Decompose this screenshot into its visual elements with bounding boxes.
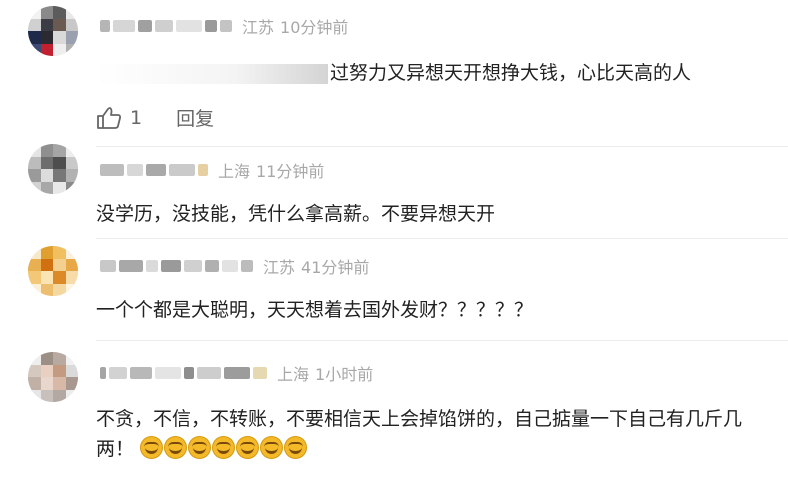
comment-text: 一个个都是大聪明，天天想着去国外发财？？？？？ [96, 299, 534, 321]
comment-text: 过努力又异想天开想挣大钱，心比天高的人 [96, 58, 691, 88]
laugh-cry-emoji [236, 436, 260, 459]
laugh-cry-emoji [212, 436, 236, 459]
comment-meta: 上海 11分钟前 [100, 157, 324, 183]
laugh-cry-emoji [164, 436, 188, 459]
masked-text-region [96, 63, 328, 84]
avatar[interactable] [28, 144, 78, 194]
divider [96, 146, 788, 147]
location-time: 江苏 10分钟前 [242, 14, 348, 38]
comment-text-content: 过努力又异想天开想挣大钱，心比天高的人 [330, 62, 692, 84]
laugh-cry-emoji [188, 436, 212, 459]
comment-meta: 江苏 10分钟前 [100, 13, 348, 39]
comment-meta: 上海 1小时前 [100, 360, 373, 386]
reply-button[interactable]: 回复 [176, 104, 214, 131]
avatar[interactable] [28, 246, 78, 296]
thumbs-up-icon [97, 106, 121, 129]
avatar[interactable] [28, 352, 78, 402]
laugh-cry-emoji [140, 436, 164, 459]
timestamp: 41分钟前 [301, 258, 370, 277]
laugh-cry-emoji [284, 436, 308, 459]
location-time: 江苏 41分钟前 [263, 254, 369, 278]
location-time: 上海 1小时前 [277, 361, 373, 385]
like-count: 1 [130, 106, 143, 129]
timestamp: 1小时前 [315, 365, 374, 384]
emoji-row [140, 436, 308, 460]
location: 江苏 [263, 258, 296, 277]
comment-meta: 江苏 41分钟前 [100, 253, 369, 279]
like-button[interactable]: 1 [96, 106, 142, 130]
divider [96, 340, 788, 341]
avatar[interactable] [28, 6, 78, 56]
location: 上海 [277, 365, 310, 384]
comment-actions: 1 回复 [96, 104, 214, 131]
location: 上海 [218, 162, 251, 181]
username-blurred[interactable] [100, 16, 232, 36]
laugh-cry-emoji [260, 436, 284, 459]
timestamp: 10分钟前 [280, 18, 349, 37]
divider [96, 238, 788, 239]
username-blurred[interactable] [100, 160, 208, 180]
username-blurred[interactable] [100, 256, 253, 276]
timestamp: 11分钟前 [256, 162, 325, 181]
comment-text: 不贪，不信，不转账，不要相信天上会掉馅饼的，自己掂量一下自己有几斤几两！ [96, 404, 756, 464]
comment-text: 没学历，没技能，凭什么拿高薪。不要异想天开 [96, 203, 496, 225]
location: 江苏 [242, 18, 275, 37]
username-blurred[interactable] [100, 363, 267, 383]
location-time: 上海 11分钟前 [218, 158, 324, 182]
